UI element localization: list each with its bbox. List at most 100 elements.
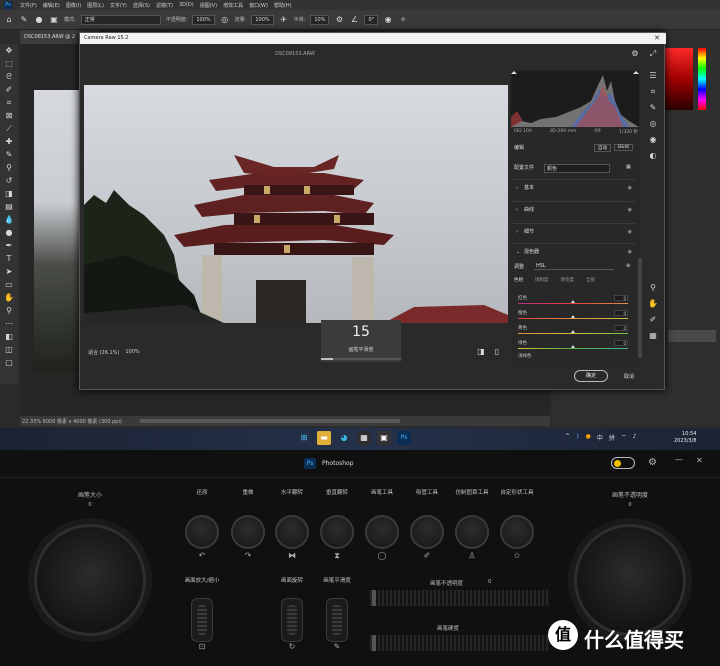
dodge-tool-icon[interactable]: ●: [3, 228, 15, 238]
brush-tool-button[interactable]: [365, 515, 399, 549]
menu-item-plugins[interactable]: 增效工具: [223, 2, 243, 9]
opacity-field[interactable]: 100%: [192, 14, 215, 25]
zoom-icon[interactable]: ⚲: [648, 283, 658, 293]
menu-item-file[interactable]: 文件(F): [20, 2, 37, 9]
power-toggle[interactable]: [611, 457, 635, 469]
redeye-icon[interactable]: ◉: [648, 135, 658, 145]
edit-sliders-icon[interactable]: ☰: [648, 71, 658, 81]
menu-item-view[interactable]: 视图(V): [200, 2, 217, 9]
section-basic[interactable]: › 基本 ◉: [512, 179, 636, 195]
eye-icon[interactable]: ◉: [628, 244, 632, 260]
scrollbar-thumb[interactable]: [140, 419, 400, 423]
hand-icon[interactable]: ✋: [648, 299, 658, 309]
section-curve[interactable]: › 曲线 ◉: [512, 201, 636, 217]
blur-tool-icon[interactable]: 💧: [3, 215, 15, 225]
slider-red[interactable]: 红色 0: [518, 295, 628, 305]
slider-handle[interactable]: [372, 590, 376, 606]
slider-knob[interactable]: [571, 345, 575, 348]
brush-tool-icon[interactable]: ✎: [3, 150, 15, 160]
photoshop-taskbar-icon[interactable]: Ps: [397, 431, 411, 445]
app-tray-icon[interactable]: ●: [586, 433, 591, 442]
flow-field[interactable]: 100%: [251, 14, 274, 25]
menu-item-select[interactable]: 选择(S): [133, 2, 150, 9]
menu-item-filter[interactable]: 滤镜(T): [156, 2, 173, 9]
bluetooth-icon[interactable]: ᛒ: [576, 433, 580, 442]
smooth-field[interactable]: 10%: [310, 14, 330, 25]
zoom-wheel[interactable]: [191, 598, 213, 642]
brush-size-knob[interactable]: [34, 524, 146, 636]
eraser-tool-icon[interactable]: ◨: [3, 189, 15, 199]
slider-aqua[interactable]: 浅绿色: [518, 353, 628, 363]
brush-preset-icon[interactable]: ●: [34, 15, 44, 25]
ime-lang-indicator[interactable]: 中: [597, 433, 603, 442]
store-icon[interactable]: ▦: [357, 431, 371, 445]
tab-saturation[interactable]: 饱和度: [535, 277, 549, 283]
hand-tool-icon[interactable]: ✋: [3, 293, 15, 303]
menu-item-3d[interactable]: 3D(D): [179, 2, 194, 8]
slider-knob[interactable]: [571, 300, 575, 303]
tab-luminance[interactable]: 明亮度: [561, 277, 575, 283]
section-mixer[interactable]: ⌄ 混色器 ◉: [512, 243, 636, 259]
gradient-tool-icon[interactable]: ▤: [3, 202, 15, 212]
airbrush-icon[interactable]: ✈: [279, 15, 289, 25]
cancel-button[interactable]: 取消: [624, 373, 634, 380]
smoothing-wheel[interactable]: [326, 598, 348, 642]
clock[interactable]: 10:54 2023/3/8: [674, 431, 696, 445]
custom-shape-button[interactable]: [500, 515, 534, 549]
crop-icon[interactable]: ⌗: [648, 87, 658, 97]
auto-button[interactable]: 自动: [594, 144, 611, 152]
color-picker-field[interactable]: [663, 48, 693, 110]
wifi-icon[interactable]: ⌔: [621, 433, 627, 442]
close-icon[interactable]: ✕: [654, 33, 660, 44]
zoom-percent-dropdown[interactable]: 100%: [125, 349, 139, 355]
eyedropper-tool-icon[interactable]: ⟋: [3, 124, 15, 134]
screen-mode-icon[interactable]: ▢: [3, 358, 15, 368]
home-icon[interactable]: ⌂: [4, 15, 14, 25]
slider-green[interactable]: 绿色 0: [518, 340, 628, 350]
quick-mask-icon[interactable]: ◫: [3, 345, 15, 355]
gear-icon[interactable]: ⚙: [630, 49, 640, 59]
flip-horizontal-button[interactable]: [275, 515, 309, 549]
slider-yellow-value[interactable]: 0: [614, 325, 628, 331]
move-tool-icon[interactable]: ✥: [3, 46, 15, 56]
symmetry-icon[interactable]: ✧: [398, 15, 408, 25]
close-icon[interactable]: ✕: [696, 456, 703, 465]
profile-browser-icon[interactable]: ▦: [626, 164, 631, 170]
target-adjust-icon[interactable]: ⊕: [626, 263, 630, 269]
panel-scrollbar[interactable]: [638, 258, 642, 358]
mask-icon[interactable]: ◎: [648, 119, 658, 129]
color-sampler-icon[interactable]: ✐: [648, 315, 658, 325]
brush-icon[interactable]: ✎: [19, 15, 29, 25]
brush-opacity-knob[interactable]: [574, 524, 686, 636]
grid-overlay-icon[interactable]: ▦: [648, 331, 658, 341]
slider-orange[interactable]: 橙色 0: [518, 310, 628, 320]
slider-green-value[interactable]: 0: [614, 340, 628, 346]
menu-item-edit[interactable]: 编辑(E): [43, 2, 60, 9]
redo-button[interactable]: [231, 515, 265, 549]
heal-icon[interactable]: ✎: [648, 103, 658, 113]
eye-icon[interactable]: ◉: [628, 224, 632, 240]
section-detail[interactable]: › 细节 ◉: [512, 223, 636, 239]
rectangle-tool-icon[interactable]: ▭: [3, 280, 15, 290]
path-select-tool-icon[interactable]: ➤: [3, 267, 15, 277]
bw-button[interactable]: B&W: [614, 144, 634, 151]
slider-red-value[interactable]: 0: [614, 295, 628, 301]
eye-icon[interactable]: ◉: [628, 180, 632, 196]
volume-icon[interactable]: ♪: [633, 433, 637, 442]
tab-all[interactable]: 全部: [586, 277, 595, 283]
menu-item-window[interactable]: 窗口(W): [249, 2, 268, 9]
before-after-icon[interactable]: ▯: [492, 347, 502, 357]
gear-icon[interactable]: ⚙: [648, 457, 657, 468]
opacity-strip-slider[interactable]: [370, 590, 550, 606]
layer-row[interactable]: [668, 330, 716, 342]
eye-icon[interactable]: ◉: [628, 202, 632, 218]
slider-handle[interactable]: [372, 635, 376, 651]
pen-tool-icon[interactable]: ✒: [3, 241, 15, 251]
fullscreen-icon[interactable]: ⤢: [648, 49, 658, 59]
menu-item-help[interactable]: 帮助(H): [274, 2, 292, 9]
mode-select[interactable]: 正常: [80, 14, 161, 25]
windows-start-icon[interactable]: ⊞: [297, 431, 311, 445]
ok-button[interactable]: 确定: [574, 370, 608, 382]
hardness-strip-slider[interactable]: [370, 635, 550, 651]
brush-settings-icon[interactable]: ▣: [49, 15, 59, 25]
